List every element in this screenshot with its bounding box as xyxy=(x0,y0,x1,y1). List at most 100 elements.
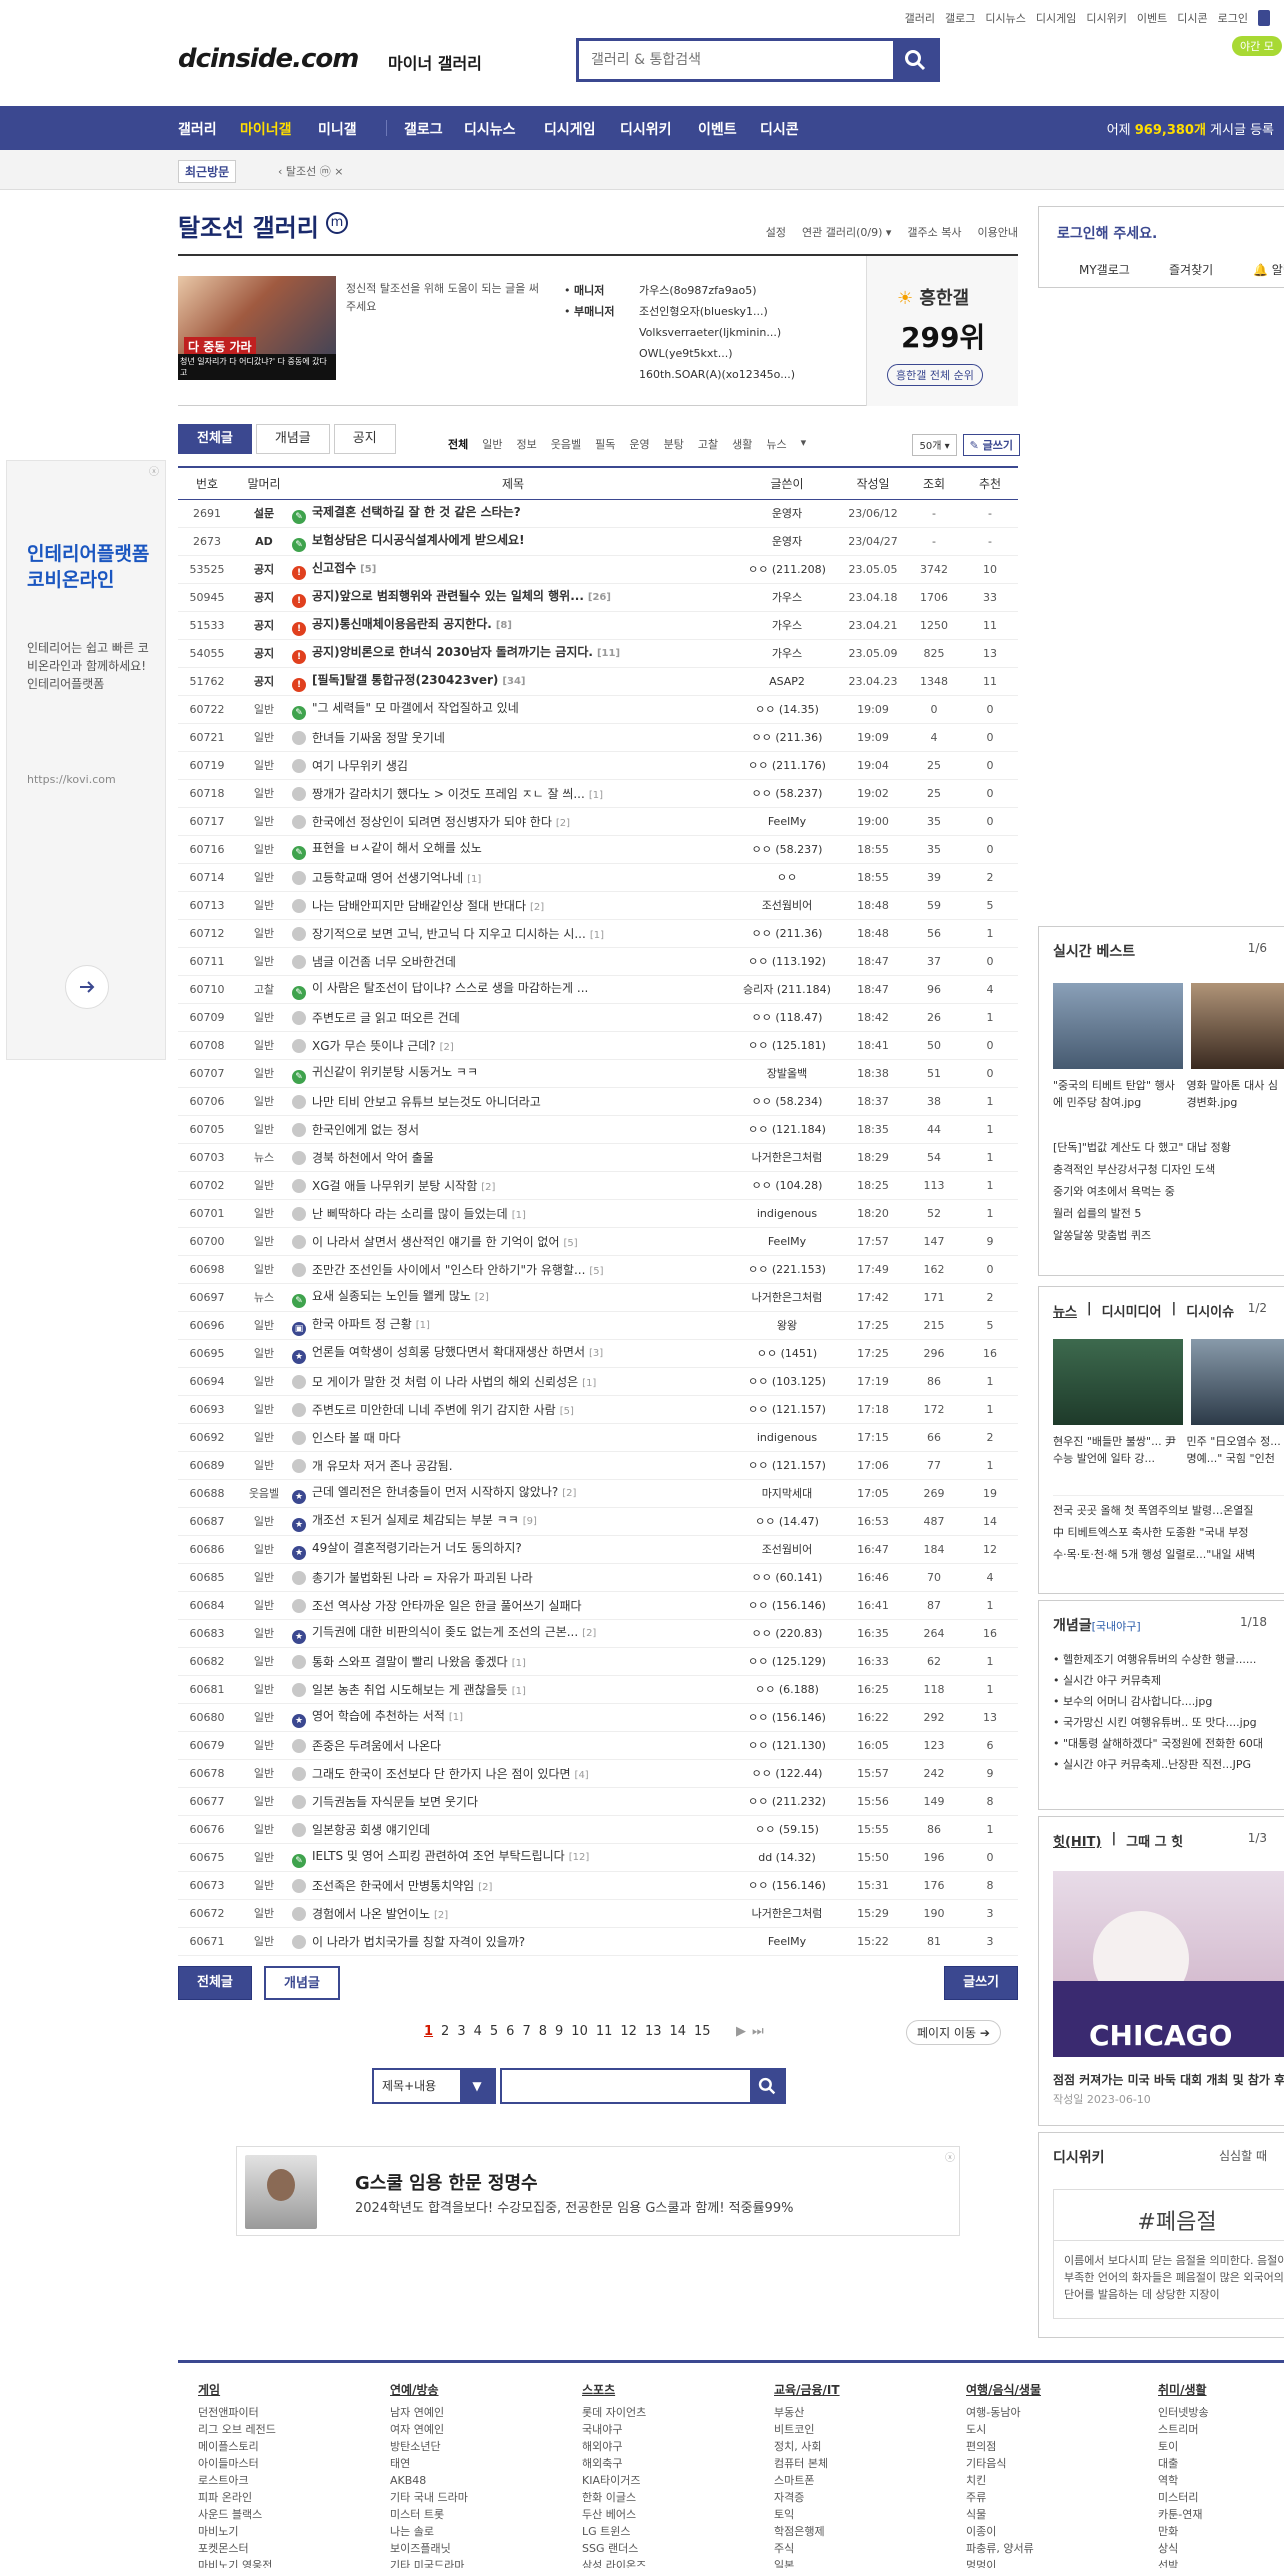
post-author[interactable]: 운영자 xyxy=(734,499,840,528)
footer-link[interactable]: 메이플스토리 xyxy=(198,2438,358,2455)
post-title[interactable]: 공지)앙비론으로 한녀식 2030남자 돌려까기는 금지다. xyxy=(312,645,593,659)
footer-link[interactable]: 컴퓨터 본체 xyxy=(774,2455,934,2472)
post-author[interactable]: 나거한은그처럼 xyxy=(734,1143,840,1172)
reply-count[interactable]: [2] xyxy=(440,1042,454,1053)
post-title-cell[interactable]: 존중은 두려움에서 나온다 xyxy=(292,1731,734,1760)
news-tab[interactable]: 디시미디어 xyxy=(1102,1301,1162,1320)
post-author[interactable]: ㅇㅇ (14.47) xyxy=(734,1507,840,1536)
post-author[interactable]: ㅇㅇ (60.141) xyxy=(734,1563,840,1592)
post-author[interactable]: ㅇㅇ (58.237) xyxy=(734,835,840,864)
search-button[interactable] xyxy=(893,41,937,79)
post-author[interactable]: ㅇㅇ (6.188) xyxy=(734,1675,840,1704)
realtime-caption[interactable]: 영화 말아톤 대사 심경변화.jpg xyxy=(1187,1077,1284,1111)
post-title-cell[interactable]: 모 게이가 말한 것 처럼 이 나라 사법의 해외 신뢰성은 [1] xyxy=(292,1367,734,1396)
list-item[interactable]: • 보수의 어머니 감사합니다....jpg xyxy=(1053,1691,1284,1712)
post-author[interactable]: ㅇㅇ (121.184) xyxy=(734,1115,840,1144)
table-row[interactable]: 60716 일반 ✎ 표현을 ㅂㅅ같이 해서 오해를 싰노 ㅇㅇ (58.237) 18:… xyxy=(178,835,1018,864)
post-author[interactable]: ㅇㅇ (156.146) xyxy=(734,1703,840,1732)
submanager-name[interactable]: 160th.SOAR(A)(xo12345o...) xyxy=(639,364,819,385)
table-row[interactable]: 50945 공지! 공지)앞으로 범죄행위와 관련될수 있는 일체의 행위... [2… xyxy=(178,583,1018,612)
page-link[interactable]: 13 xyxy=(645,2024,662,2039)
arrow-right-icon[interactable] xyxy=(65,965,109,1009)
list-item[interactable]: • 국가망신 시킨 여행유튜버.. 또 맛다....jpg xyxy=(1053,1712,1284,1733)
reply-count[interactable]: [2] xyxy=(478,1882,492,1893)
post-title[interactable]: 난 삐딱하다 라는 소리를 많이 들었는데 xyxy=(312,1207,508,1221)
footer-link[interactable]: 비트코인 xyxy=(774,2421,934,2438)
ad-info-icon[interactable]: ⓧ xyxy=(149,463,159,478)
post-author[interactable]: ㅇㅇ (121.157) xyxy=(734,1395,840,1424)
post-title[interactable]: IELTS 및 영어 스피킹 관련하여 조언 부탁드립니다 xyxy=(312,1849,565,1863)
category-operation[interactable]: 운영 xyxy=(629,436,649,452)
post-author[interactable]: FeelMy xyxy=(734,1927,840,1956)
footer-link[interactable]: 이종이 xyxy=(966,2523,1126,2540)
post-title[interactable]: 통화 스와프 결말이 빨리 나왔음 좋겠다 xyxy=(312,1655,508,1669)
bottom-search-input[interactable] xyxy=(502,2070,750,2102)
post-title-cell[interactable]: 고등학교때 영어 선생기억나네 [1] xyxy=(292,863,734,892)
post-title[interactable]: 표현을 ㅂㅅ같이 해서 오해를 싰노 xyxy=(312,841,482,855)
footer-link[interactable]: 남자 연예인 xyxy=(390,2404,550,2421)
reply-count[interactable]: [1] xyxy=(449,1712,463,1723)
table-row[interactable]: 60708 일반 XG가 무슨 뜻이냐 근데? [2] ㅇㅇ (125.181) 18:4… xyxy=(178,1031,1018,1060)
post-author[interactable]: 운영자 xyxy=(734,527,840,556)
table-row[interactable]: 60680 일반 ★ 영어 학습에 추천하는 서적 [1] ㅇㅇ (156.146) 16:… xyxy=(178,1703,1018,1732)
hit-tab-past[interactable]: 그때 그 힛 xyxy=(1126,1831,1183,1850)
post-author[interactable]: ㅇㅇ (59.15) xyxy=(734,1815,840,1844)
footer-link[interactable]: 삼성 라이온즈 xyxy=(582,2557,742,2568)
table-row[interactable]: 60686 일반 ★ 49살이 결혼적령기라는거 너도 동의하지? 조선웜비어 16:47… xyxy=(178,1535,1018,1564)
footer-link[interactable]: 해외야구 xyxy=(582,2438,742,2455)
post-title[interactable]: 한국인에게 없는 정서 xyxy=(312,1123,419,1137)
post-author[interactable]: ㅇㅇ (1451) xyxy=(734,1339,840,1368)
tab-concept[interactable]: 개념글 xyxy=(255,424,330,454)
table-row[interactable]: 60693 일반 주변도르 미안한데 니네 주변에 위기 감지한 사람 [5] ㅇㅇ (… xyxy=(178,1395,1018,1424)
post-title-cell[interactable]: 한녀들 기싸움 정말 웃기네 xyxy=(292,723,734,752)
footer-column-title[interactable]: 게임 xyxy=(198,2381,358,2398)
reply-count[interactable]: [2] xyxy=(556,818,570,829)
table-row[interactable]: 60683 일반 ★ 기득권에 대한 비판의식이 좆도 없는게 조선의 근본... [2… xyxy=(178,1619,1018,1648)
top-menu-event[interactable]: 디시콘 xyxy=(1177,10,1207,26)
post-title-cell[interactable]: ! 공지)통신매체이용음란죄 공지한다. [8] xyxy=(292,611,734,640)
table-row[interactable]: 60678 일반 그래도 한국이 조선보다 단 한가지 나은 점이 있다면 [4] ㅇㅇ… xyxy=(178,1759,1018,1788)
category-funny[interactable]: 웃음벨 xyxy=(551,436,581,452)
post-author[interactable]: ㅇㅇ (211.36) xyxy=(734,919,840,948)
top-menu-minigall[interactable]: 갤로그 xyxy=(945,10,975,26)
page-link[interactable]: 2 xyxy=(441,2024,449,2039)
post-title[interactable]: 이 나라서 살면서 생산적인 얘기를 한 기억이 없어 xyxy=(312,1235,560,1249)
page-link[interactable]: 10 xyxy=(571,2024,588,2039)
post-title-cell[interactable]: 이 나라서 살면서 생산적인 얘기를 한 기억이 없어 [5] xyxy=(292,1227,734,1256)
post-title[interactable]: XG가 무슨 뜻이냐 근데? xyxy=(312,1039,436,1053)
footer-link[interactable]: 부동산 xyxy=(774,2404,934,2421)
reply-count[interactable]: [1] xyxy=(589,790,603,801)
footer-link[interactable]: 사운드 블랙스 xyxy=(198,2506,358,2523)
realtime-thumb[interactable] xyxy=(1191,983,1284,1069)
footer-link[interactable]: 여자 연예인 xyxy=(390,2421,550,2438)
post-title[interactable]: 그래도 한국이 조선보다 단 한가지 나은 점이 있다면 xyxy=(312,1767,571,1781)
reply-count[interactable]: [2] xyxy=(562,1488,576,1499)
footer-link[interactable]: 치킨 xyxy=(966,2472,1126,2489)
post-author[interactable]: 조선웜비어 xyxy=(734,891,840,920)
post-title[interactable]: 요새 실종되는 노인들 왤케 많노 xyxy=(312,1289,471,1303)
footer-link[interactable]: 태연 xyxy=(390,2455,550,2472)
category-life[interactable]: 생활 xyxy=(732,436,752,452)
post-author[interactable]: ㅇㅇ (113.192) xyxy=(734,947,840,976)
post-author[interactable]: indigenous xyxy=(734,1423,840,1452)
footer-link[interactable]: 나는 솔로 xyxy=(390,2523,550,2540)
recent-visit-button[interactable]: 최근방문 xyxy=(178,160,237,183)
post-title-cell[interactable]: 총기가 불법화된 나라 = 자유가 파괴된 나라 xyxy=(292,1563,734,1592)
footer-link[interactable]: 파충류, 양서류 xyxy=(966,2540,1126,2557)
page-link[interactable]: 9 xyxy=(555,2024,563,2039)
footer-link[interactable]: 던전앤파이터 xyxy=(198,2404,358,2421)
reply-count[interactable]: [5] xyxy=(589,1266,603,1277)
reply-count[interactable]: [34] xyxy=(502,676,525,687)
realtime-caption[interactable]: "중국의 티베트 탄압" 행사에 민주당 참여.jpg xyxy=(1053,1077,1183,1111)
post-title[interactable]: 신고접수 xyxy=(312,561,356,575)
table-row[interactable]: 60700 일반 이 나라서 살면서 생산적인 얘기를 한 기억이 없어 [5] Fee… xyxy=(178,1227,1018,1256)
write-button-top[interactable]: ✎ 글쓰기 xyxy=(962,434,1020,456)
post-title-cell[interactable]: ▣ 한국 아파트 정 근황 [1] xyxy=(292,1311,734,1340)
gnb-gallog[interactable]: 갤로그 xyxy=(404,119,443,139)
list-item[interactable]: 월러 쉽를의 발전 5 xyxy=(1053,1203,1284,1225)
post-title-cell[interactable]: ★ 기득권에 대한 비판의식이 좆도 없는게 조선의 근본... [2] xyxy=(292,1619,734,1648)
footer-column-title[interactable]: 연예/방송 xyxy=(390,2381,550,2398)
login-button[interactable] xyxy=(1258,10,1270,26)
concept-title[interactable]: 개념글[국내야구] xyxy=(1053,1615,1141,1635)
post-author[interactable]: indigenous xyxy=(734,1199,840,1228)
